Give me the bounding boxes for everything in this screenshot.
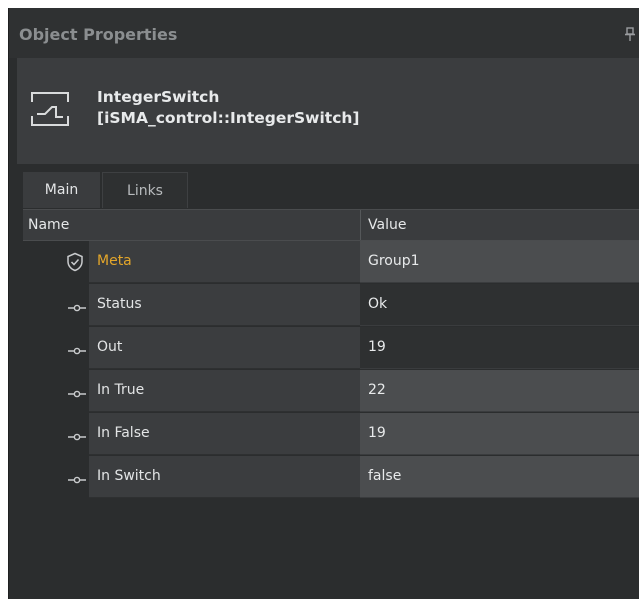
column-header-name[interactable]: Name (28, 210, 69, 240)
property-row-in-switch[interactable]: In Switch false (23, 456, 639, 498)
property-name: Meta (97, 253, 132, 269)
property-value[interactable]: 22 (368, 382, 386, 398)
tab-main[interactable]: Main (23, 172, 100, 208)
property-name: In True (97, 382, 145, 398)
grid-header: Name Value (23, 210, 639, 241)
panel-titlebar: Object Properties (9, 8, 639, 58)
property-row-in-true[interactable]: In True 22 (23, 370, 639, 412)
property-value[interactable]: false (368, 468, 401, 484)
property-value-cell[interactable] (360, 413, 639, 455)
property-value[interactable]: 19 (368, 339, 386, 355)
property-name: Out (97, 339, 123, 355)
tab-links[interactable]: Links (102, 172, 188, 208)
property-row-status[interactable]: Status Ok (23, 284, 639, 326)
object-header: IntegerSwitch [iSMA_control::IntegerSwit… (17, 58, 639, 164)
pin-icon[interactable] (625, 26, 635, 41)
property-name: Status (97, 296, 142, 312)
property-value-cell[interactable] (360, 370, 639, 412)
object-type: [iSMA_control::IntegerSwitch] (97, 109, 360, 127)
property-value-cell[interactable] (360, 456, 639, 498)
switch-icon (29, 90, 71, 128)
slot-icon (68, 428, 86, 441)
slot-icon (68, 299, 86, 312)
column-divider[interactable] (360, 210, 361, 240)
object-name: IntegerSwitch (97, 88, 220, 106)
property-name: In Switch (97, 468, 161, 484)
slot-icon (68, 385, 86, 398)
shield-icon (66, 252, 84, 272)
property-value[interactable]: Ok (368, 296, 387, 312)
tab-bar: Main Links (23, 172, 639, 208)
property-value-cell[interactable] (360, 327, 639, 369)
property-row-meta[interactable]: Meta Group1 (23, 241, 639, 283)
property-name: In False (97, 425, 150, 441)
slot-icon (68, 342, 86, 355)
panel-title: Object Properties (19, 25, 178, 44)
column-header-value[interactable]: Value (368, 210, 406, 240)
property-row-in-false[interactable]: In False 19 (23, 413, 639, 455)
property-row-out[interactable]: Out 19 (23, 327, 639, 369)
property-value[interactable]: 19 (368, 425, 386, 441)
slot-icon (68, 471, 86, 484)
property-value[interactable]: Group1 (368, 253, 420, 269)
property-grid: Name Value Meta Group1 Status Ok Out 19 … (23, 209, 639, 599)
property-value-cell[interactable] (360, 284, 639, 326)
object-properties-panel: Object Properties IntegerSwitch [iSMA_co… (8, 8, 639, 599)
